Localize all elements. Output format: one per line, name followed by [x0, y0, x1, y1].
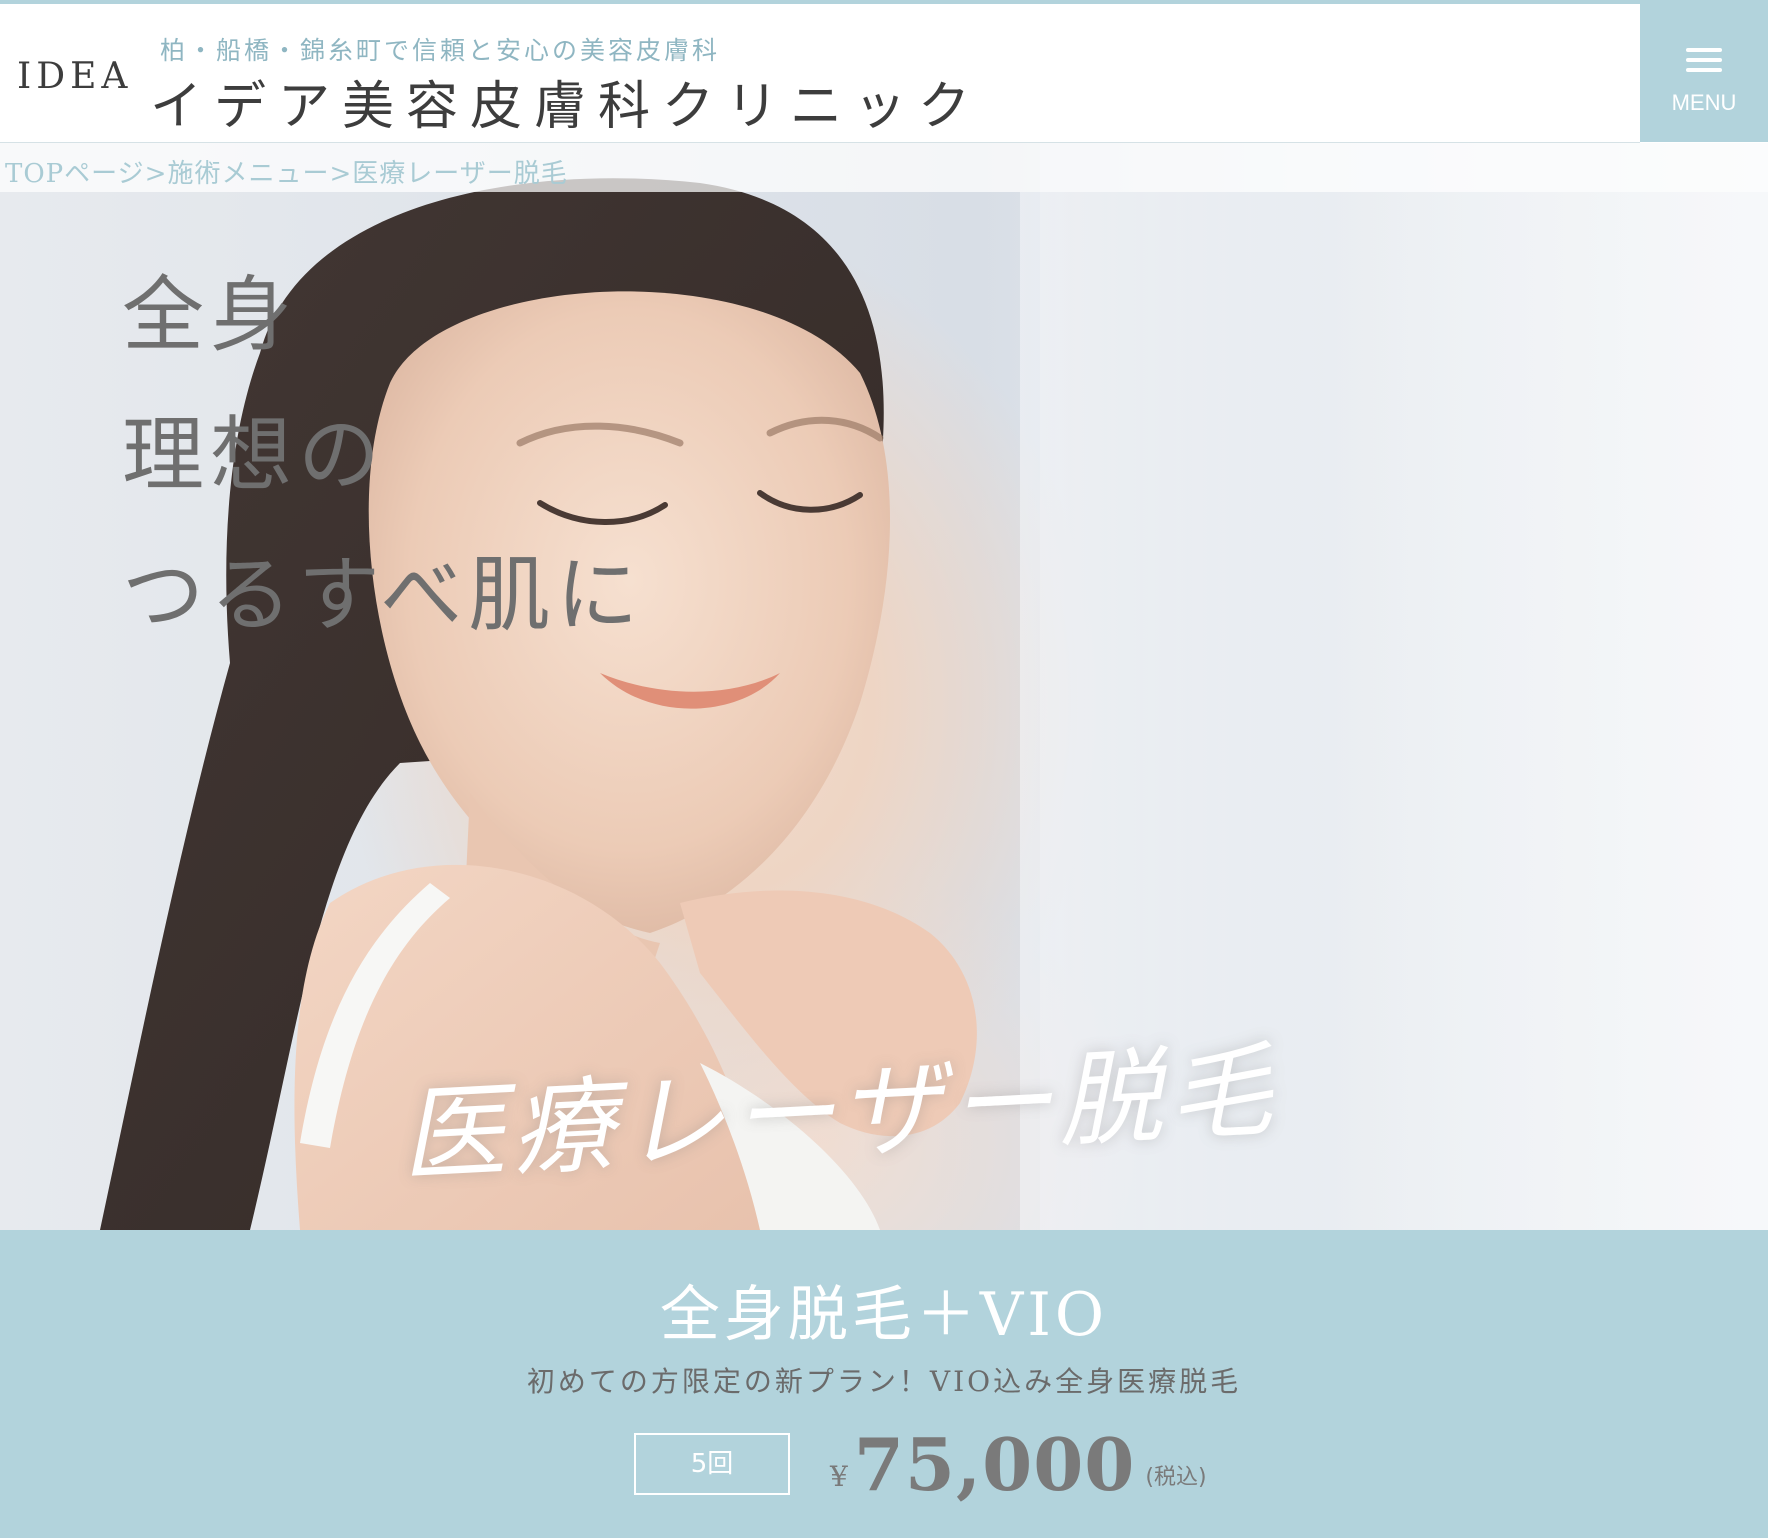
hamburger-icon [1686, 48, 1722, 76]
plan-section: 全身脱毛＋VIO 初めての方限定の新プラン！VIO込み全身医療脱毛 5回 ¥75… [0, 1230, 1768, 1538]
plan-title: 全身脱毛＋VIO [659, 1280, 1109, 1350]
price-currency: ¥ [830, 1460, 848, 1493]
tagline: 柏・船橋・錦糸町で信頼と安心の美容皮膚科 [160, 36, 721, 65]
logo[interactable]: IDEA [17, 56, 132, 97]
breadcrumb-current: 医療レーザー脱毛 [352, 159, 568, 189]
breadcrumb-separator: > [144, 159, 168, 189]
breadcrumb-bar: TOPページ>施術メニュー>医療レーザー脱毛 [0, 143, 1768, 192]
price-amount: 75,000 [853, 1422, 1136, 1507]
site-header: IDEA 柏・船橋・錦糸町で信頼と安心の美容皮膚科 イデア美容皮膚科クリニック [0, 4, 1640, 143]
hero-section: TOPページ>施術メニュー>医療レーザー脱毛 全身 理想の つるすべ肌に 医療レ… [0, 143, 1768, 1230]
catch-line-3: つるすべ肌に [122, 548, 645, 643]
catch-line-2: 理想の [122, 408, 387, 503]
price-tax-note: (税込) [1145, 1465, 1207, 1490]
catch-line-1: 全身 [122, 268, 299, 363]
plan-subtitle: 初めての方限定の新プラン！VIO込み全身医療脱毛 [526, 1365, 1242, 1398]
price: ¥75,000 (税込) [830, 1422, 1207, 1507]
sessions-badge: 5回 [634, 1433, 790, 1495]
clinic-name[interactable]: イデア美容皮膚科クリニック [150, 64, 982, 139]
menu-label: MENU [1671, 90, 1737, 115]
breadcrumb-separator: > [329, 159, 353, 189]
breadcrumb: TOPページ>施術メニュー>医療レーザー脱毛 [5, 153, 568, 190]
menu-button[interactable]: MENU [1640, 4, 1768, 142]
breadcrumb-menu[interactable]: 施術メニュー [167, 159, 329, 189]
breadcrumb-top[interactable]: TOPページ [5, 159, 145, 189]
